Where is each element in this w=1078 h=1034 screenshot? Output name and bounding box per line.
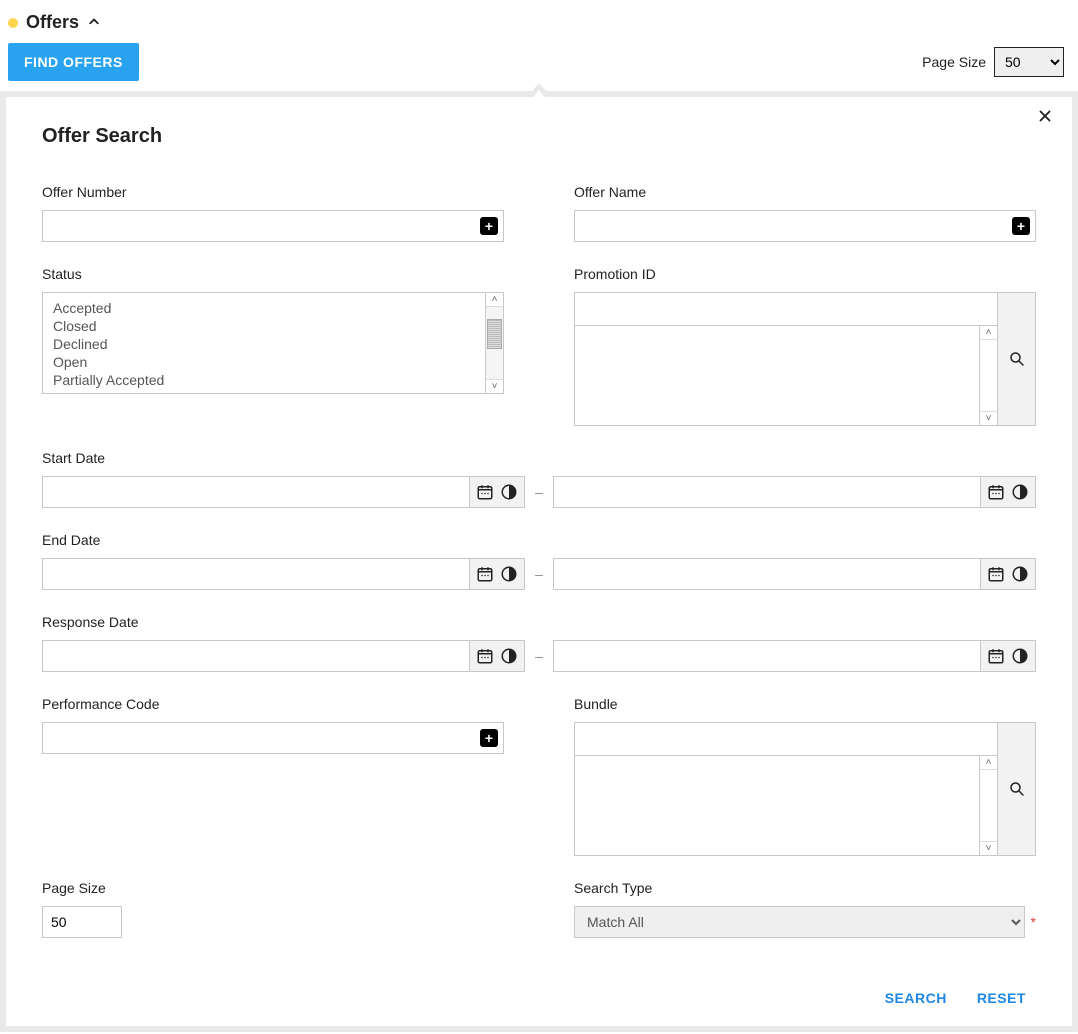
scrollbar[interactable]: ˄ ˅ [485,293,503,393]
add-icon[interactable]: + [480,729,498,747]
start-date-to-input[interactable] [553,476,980,508]
offer-name-label: Offer Name [574,184,1036,200]
scroll-down-icon[interactable]: ˅ [980,411,997,425]
search-button[interactable]: SEARCH [885,990,947,1006]
clock-icon[interactable] [1011,647,1029,665]
promotion-search-button[interactable] [998,292,1036,426]
status-option[interactable]: Declined [53,335,475,353]
promotion-id-label: Promotion ID [574,266,1036,282]
close-icon[interactable] [1036,107,1054,131]
promotion-id-input[interactable] [574,292,998,326]
clock-icon[interactable] [500,483,518,501]
calendar-icon[interactable] [476,483,494,501]
end-date-to-input[interactable] [553,558,980,590]
status-dot-icon [8,18,18,28]
search-title: Offer Search [42,125,1036,148]
response-date-to-input[interactable] [553,640,980,672]
reset-button[interactable]: RESET [977,990,1026,1006]
response-date-label: Response Date [42,614,1036,630]
end-date-label: End Date [42,532,1036,548]
scroll-down-icon[interactable]: ˅ [486,379,503,393]
promotion-id-list[interactable]: ˄ ˅ [574,326,998,426]
end-date-from-input[interactable] [42,558,469,590]
page-size-inner-label: Page Size [42,880,504,896]
calendar-icon[interactable] [987,647,1005,665]
find-offers-button[interactable]: FIND OFFERS [8,43,139,81]
page-size-label: Page Size [922,54,986,70]
clock-icon[interactable] [500,565,518,583]
range-separator: – [535,566,543,582]
calendar-icon[interactable] [987,483,1005,501]
performance-code-input[interactable] [42,722,504,754]
clock-icon[interactable] [1011,565,1029,583]
offer-number-label: Offer Number [42,184,504,200]
scroll-up-icon[interactable]: ˄ [486,293,503,307]
offer-name-input[interactable] [574,210,1036,242]
page-size-input[interactable] [42,906,122,938]
offer-number-input[interactable] [42,210,504,242]
calendar-icon[interactable] [476,565,494,583]
page-size-control: Page Size 50 [922,47,1064,77]
bundle-label: Bundle [574,696,1036,712]
bundle-list[interactable]: ˄ ˅ [574,756,998,856]
add-icon[interactable]: + [1012,217,1030,235]
calendar-icon[interactable] [476,647,494,665]
clock-icon[interactable] [1011,483,1029,501]
scroll-up-icon[interactable]: ˄ [980,326,997,340]
search-type-label: Search Type [574,880,1036,896]
range-separator: – [535,484,543,500]
scroll-up-icon[interactable]: ˄ [980,756,997,770]
search-type-select[interactable]: Match All [574,906,1025,938]
clock-icon[interactable] [500,647,518,665]
add-icon[interactable]: + [480,217,498,235]
start-date-from-input[interactable] [42,476,469,508]
page-title: Offers [26,12,79,33]
calendar-icon[interactable] [987,565,1005,583]
response-date-from-input[interactable] [42,640,469,672]
scroll-down-icon[interactable]: ˅ [980,841,997,855]
status-option[interactable]: Accepted [53,299,475,317]
bundle-input[interactable] [574,722,998,756]
status-option[interactable]: Partially Accepted [53,371,475,389]
status-label: Status [42,266,504,282]
section-header: Offers [0,0,1078,43]
status-option[interactable]: Open [53,353,475,371]
status-listbox[interactable]: Accepted Closed Declined Open Partially … [42,292,504,394]
bundle-search-button[interactable] [998,722,1036,856]
page-size-select[interactable]: 50 [994,47,1064,77]
performance-code-label: Performance Code [42,696,504,712]
status-option[interactable]: Closed [53,317,475,335]
chevron-up-icon[interactable] [85,12,103,33]
required-indicator: * [1031,914,1036,930]
search-panel: Offer Search Offer Number + Status Accep… [0,91,1078,1032]
scroll-thumb[interactable] [487,319,502,349]
range-separator: – [535,648,543,664]
start-date-label: Start Date [42,450,1036,466]
